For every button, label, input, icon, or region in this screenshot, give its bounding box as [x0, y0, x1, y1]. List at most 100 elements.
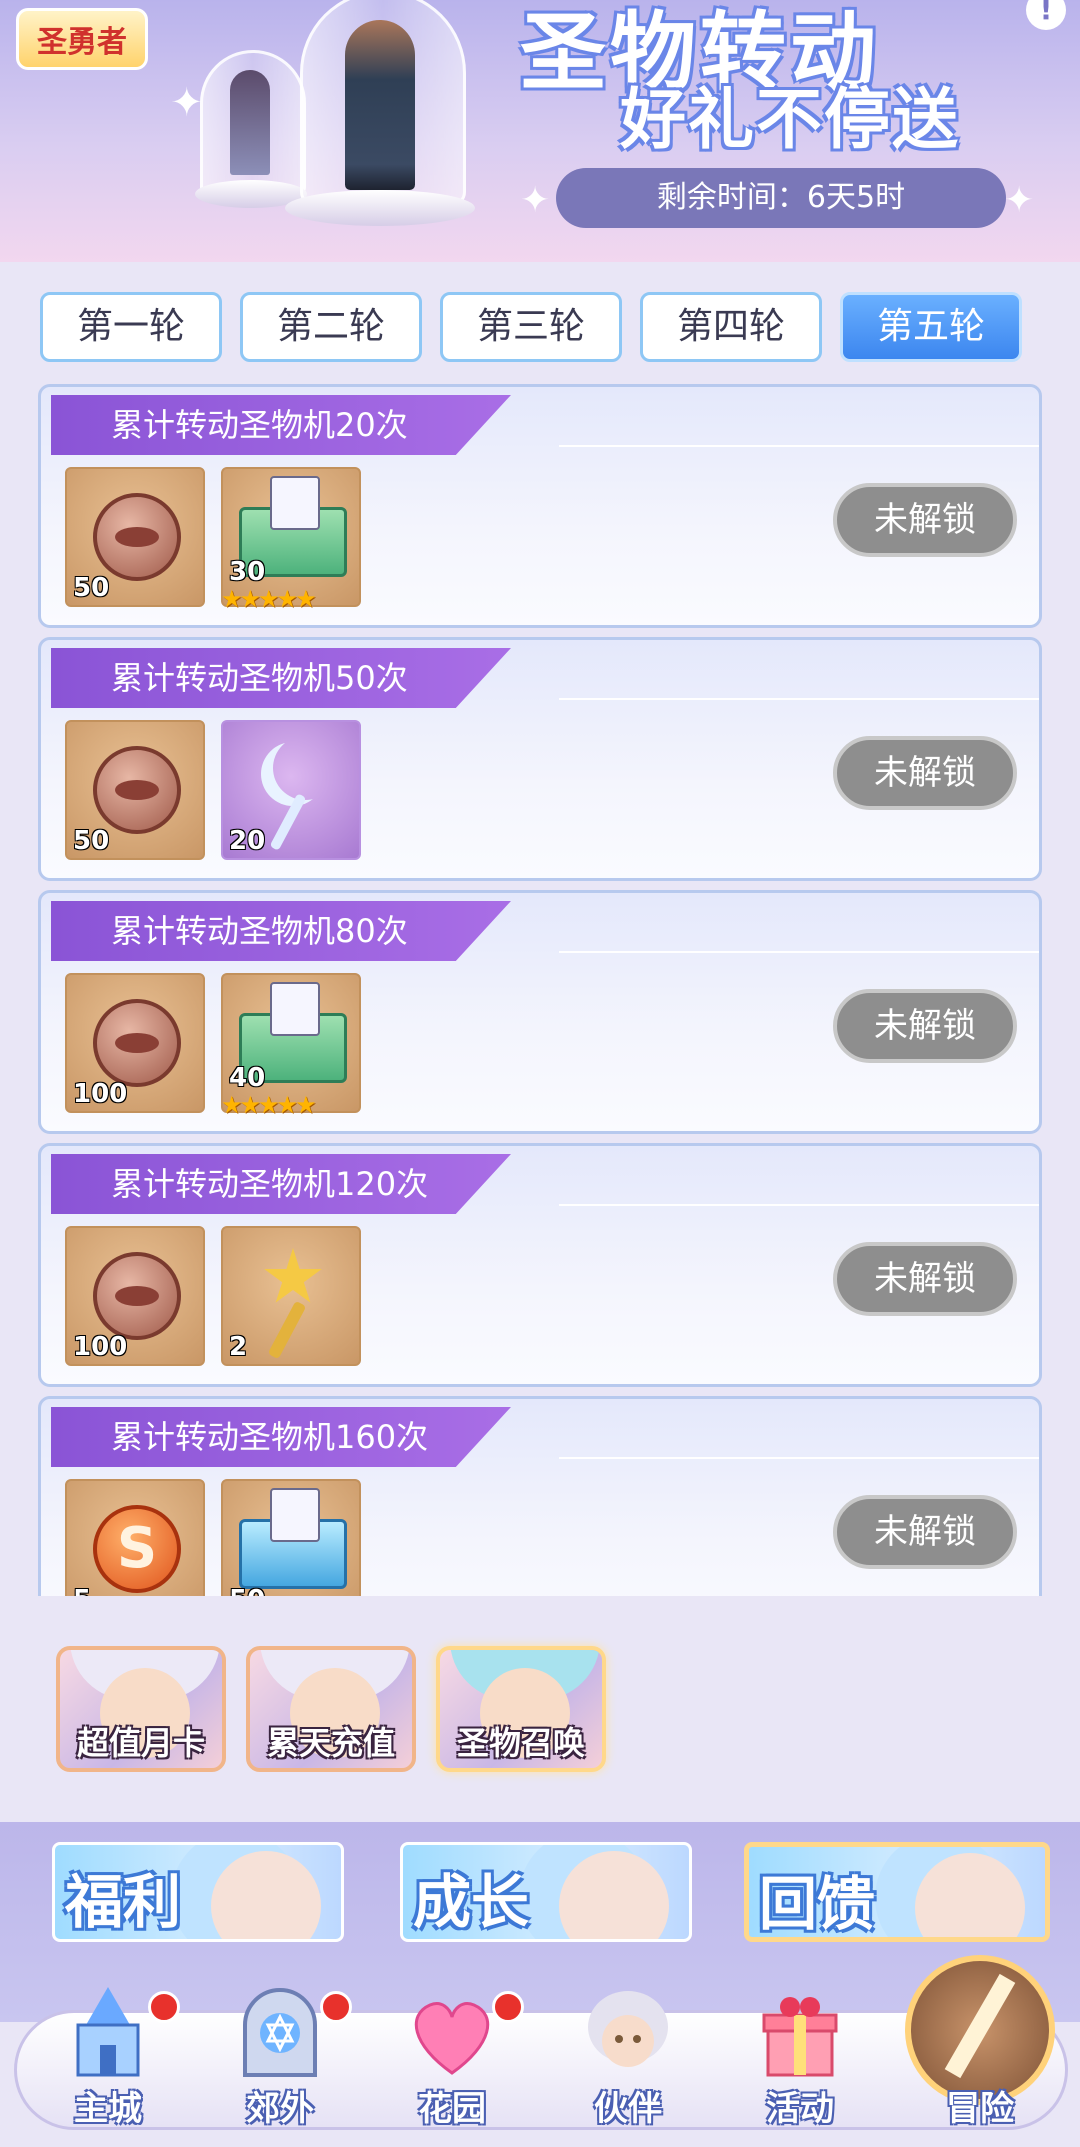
moon-wand-icon: [261, 742, 325, 806]
notification-dot: [320, 1991, 352, 2023]
divider: [559, 1204, 1039, 1206]
nav-label: 花园: [418, 2089, 486, 2129]
heart-icon: [414, 2002, 490, 2075]
nav-partners[interactable]: 伙伴: [548, 1985, 708, 2135]
character-portrait: [915, 1853, 1025, 1937]
task-title: 累计转动圣物机50次: [51, 648, 511, 708]
gift-icon: [762, 1997, 838, 2077]
nav-activities[interactable]: 活动: [720, 1985, 880, 2135]
character-portrait: [211, 1851, 321, 1939]
reward-count: 100: [73, 1332, 128, 1362]
dragon-coin-icon: [93, 1505, 181, 1593]
task-card: 累计转动圣物机20次 50 30 ★★★★★ 未解锁: [38, 384, 1042, 628]
reward-item[interactable]: 50: [65, 720, 205, 860]
sparkle-icon: ✦: [520, 180, 551, 221]
character-portrait: [559, 1851, 669, 1939]
task-card: 累计转动圣物机50次 50 20 未解锁: [38, 637, 1042, 881]
banner-welfare[interactable]: 福利: [52, 1842, 344, 1942]
shortcut-monthly-card[interactable]: 超值月卡: [56, 1646, 226, 1772]
nav-label: 主城: [74, 2089, 142, 2129]
task-title: 累计转动圣物机80次: [51, 901, 511, 961]
task-list[interactable]: 累计转动圣物机20次 50 30 ★★★★★ 未解锁 累计转动圣物机50次 50…: [36, 384, 1046, 1596]
lips-coin-icon: [93, 493, 181, 581]
figure-large: [345, 20, 415, 190]
banner-label: 回馈: [759, 1870, 876, 1938]
round-tabs: 第一轮 第二轮 第三轮 第四轮 第五轮: [40, 292, 1040, 364]
banner-feedback[interactable]: 回馈: [744, 1842, 1050, 1942]
shortcut-label: 超值月卡: [76, 1724, 205, 1762]
divider: [559, 1457, 1039, 1459]
partner-icon: [588, 1991, 668, 2067]
figure-small: [230, 70, 270, 175]
reward-item[interactable]: 50: [65, 467, 205, 607]
gift-box-icon: [239, 1488, 347, 1589]
locked-button[interactable]: 未解锁: [833, 1242, 1017, 1316]
locked-button[interactable]: 未解锁: [833, 989, 1017, 1063]
shortcut-daily-recharge[interactable]: 累天充值: [246, 1646, 416, 1772]
event-subtitle: 好礼不停送: [620, 81, 960, 158]
notification-dot: [148, 1991, 180, 2023]
rank-badge: 圣勇者: [16, 8, 148, 70]
sparkle-icon: ✦: [1004, 180, 1035, 221]
tab-round-4[interactable]: 第四轮: [640, 292, 822, 362]
reward-item[interactable]: 100: [65, 973, 205, 1113]
task-title: 累计转动圣物机120次: [51, 1154, 511, 1214]
banner-growth[interactable]: 成长: [400, 1842, 692, 1942]
reward-count: 2: [229, 1332, 248, 1362]
tab-round-1[interactable]: 第一轮: [40, 292, 222, 362]
lips-coin-icon: [93, 999, 181, 1087]
reward-count: 50: [73, 573, 110, 603]
nav-outskirts[interactable]: 郊外: [200, 1985, 360, 2135]
reward-count: 30: [229, 557, 266, 587]
remaining-time: 剩余时间：6天5时: [556, 168, 1006, 228]
reward-item[interactable]: 5: [65, 1479, 205, 1596]
nav-main-city[interactable]: 主城: [28, 1985, 188, 2135]
lips-coin-icon: [93, 746, 181, 834]
portal-icon: [243, 1988, 317, 2077]
nav-label: 活动: [766, 2089, 834, 2129]
reward-count: 50: [229, 1585, 265, 1596]
pedestal-large: [285, 190, 475, 226]
divider: [559, 698, 1039, 700]
task-card: 累计转动圣物机120次 100 2 未解锁: [38, 1143, 1042, 1387]
nav-label: 冒险: [946, 2089, 1014, 2129]
star-rating: ★★★★★: [221, 585, 317, 613]
notification-dot: [492, 1991, 524, 2023]
castle-icon: [76, 1987, 140, 2077]
tab-round-2[interactable]: 第二轮: [240, 292, 422, 362]
task-title: 累计转动圣物机20次: [51, 395, 511, 455]
reward-item[interactable]: 20: [221, 720, 361, 860]
lips-coin-icon: [93, 1252, 181, 1340]
reward-item[interactable]: 40 ★★★★★: [221, 973, 361, 1119]
star-rating: ★★★★★: [221, 1091, 317, 1119]
reward-item[interactable]: 30 ★★★★★: [221, 467, 361, 613]
banner-label: 福利: [65, 1868, 182, 1936]
reward-count: 20: [229, 826, 266, 856]
nav-garden[interactable]: 花园: [372, 1985, 532, 2135]
info-icon[interactable]: !: [1026, 0, 1066, 30]
banner-label: 成长: [413, 1868, 530, 1936]
shortcut-label: 累天充值: [266, 1724, 395, 1762]
locked-button[interactable]: 未解锁: [833, 1495, 1017, 1569]
reward-count: 100: [73, 1079, 128, 1109]
nav-label: 伙伴: [594, 2089, 662, 2129]
sparkle-icon: ✦: [170, 80, 204, 126]
divider: [559, 951, 1039, 953]
shortcut-relic-summon[interactable]: 圣物召唤: [436, 1646, 606, 1772]
tab-round-5[interactable]: 第五轮: [840, 292, 1022, 362]
locked-button[interactable]: 未解锁: [833, 736, 1017, 810]
reward-count: 50: [73, 826, 110, 856]
tab-round-3[interactable]: 第三轮: [440, 292, 622, 362]
star-key-icon: [264, 1248, 322, 1303]
reward-item[interactable]: 100: [65, 1226, 205, 1366]
divider: [559, 445, 1039, 447]
locked-button[interactable]: 未解锁: [833, 483, 1017, 557]
reward-item[interactable]: 2: [221, 1226, 361, 1366]
reward-item[interactable]: 50: [221, 1479, 361, 1596]
shortcut-label: 圣物召唤: [456, 1724, 585, 1762]
reward-count: 40: [229, 1063, 266, 1093]
task-card: 累计转动圣物机80次 100 40 ★★★★★ 未解锁: [38, 890, 1042, 1134]
key-stick: [267, 1300, 307, 1360]
task-card: 累计转动圣物机160次 5 50 未解锁: [38, 1396, 1042, 1596]
nav-adventure[interactable]: 冒险: [900, 1985, 1060, 2135]
